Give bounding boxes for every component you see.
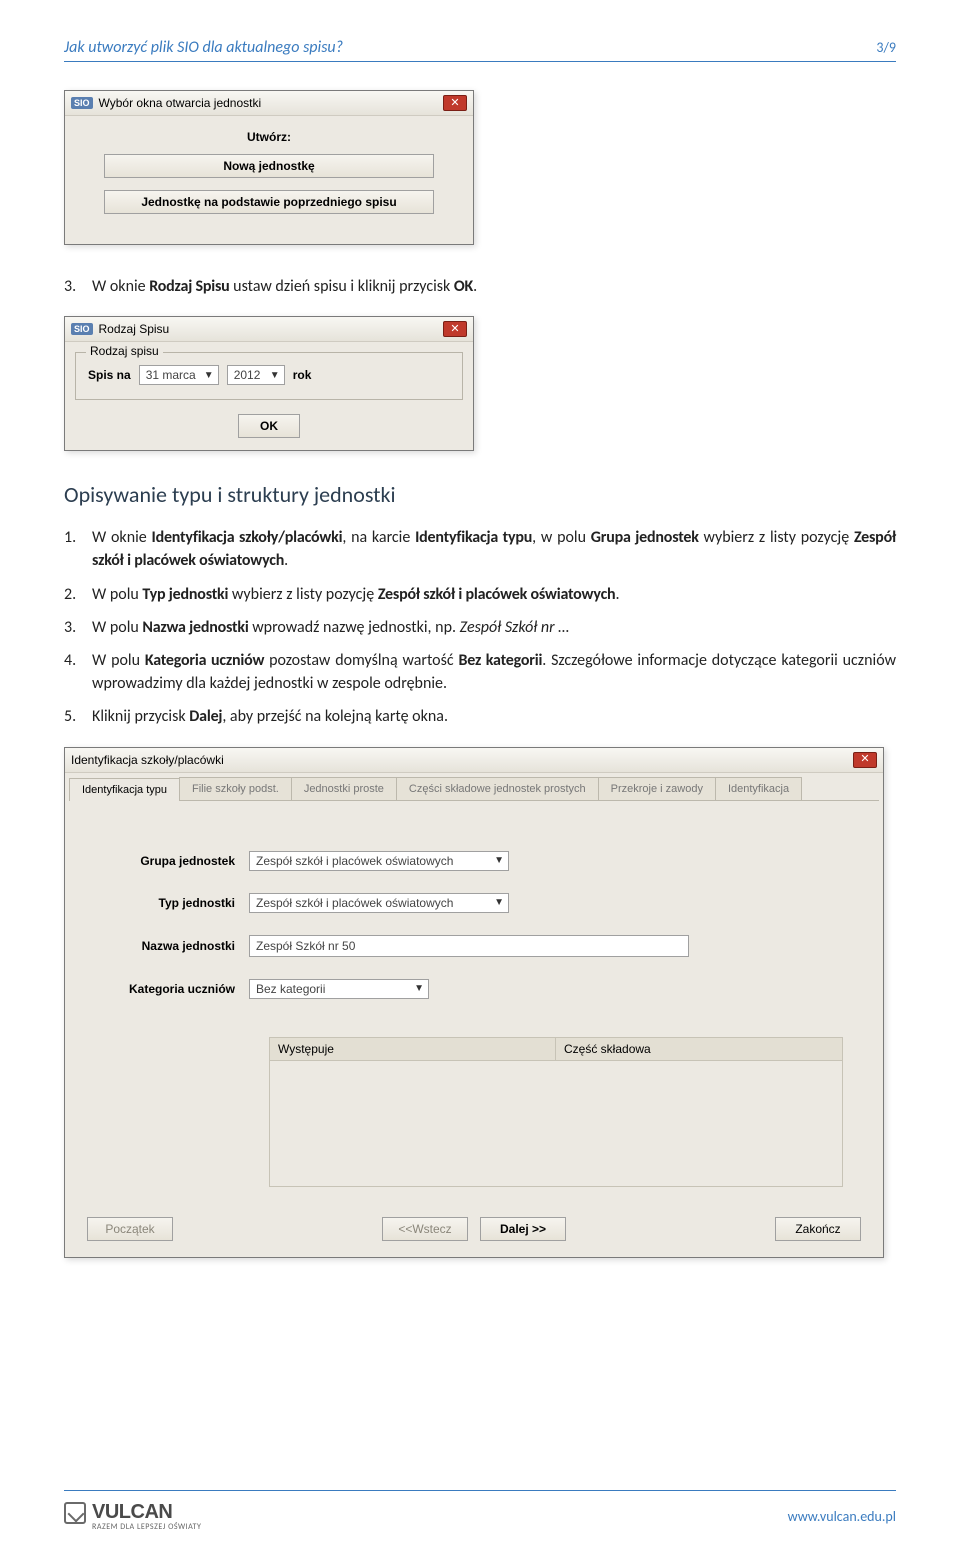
- chevron-down-icon: ▼: [494, 897, 504, 908]
- next-button[interactable]: Dalej >>: [480, 1217, 566, 1241]
- year-dropdown[interactable]: 2012▼: [227, 365, 285, 385]
- tab-identyfikacja[interactable]: Identyfikacja: [715, 777, 802, 800]
- list-item: 3. W polu Nazwa jednostki wprowadź nazwę…: [64, 616, 896, 639]
- tab-czesci-skladowe[interactable]: Części składowe jednostek prostych: [396, 777, 599, 800]
- col-czesc-skladowa: Część składowa: [556, 1038, 659, 1060]
- back-button[interactable]: <<Wstecz: [382, 1217, 468, 1241]
- kategoria-uczniow-dropdown[interactable]: Bez kategorii▼: [249, 979, 429, 999]
- sio-badge-icon: SIO: [71, 97, 93, 109]
- subtable: Występuje Część składowa: [269, 1037, 843, 1187]
- dialog-title-text: Wybór okna otwarcia jednostki: [99, 96, 262, 110]
- tab-przekroje[interactable]: Przekroje i zawody: [598, 777, 716, 800]
- finish-button[interactable]: Zakończ: [775, 1217, 861, 1241]
- new-unit-button[interactable]: Nową jednostkę: [104, 154, 434, 178]
- page-footer: VULCAN RAZEM DLA LEPSZEJ OŚWIATY www.vul…: [64, 1490, 896, 1532]
- typ-jednostki-dropdown[interactable]: Zespół szkół i placówek oświatowych▼: [249, 893, 509, 913]
- chevron-down-icon: ▼: [414, 983, 424, 994]
- close-icon[interactable]: ✕: [443, 95, 467, 111]
- label-grupa-jednostek: Grupa jednostek: [93, 854, 249, 868]
- chevron-down-icon: ▼: [204, 370, 214, 381]
- group-title: Rodzaj spisu: [86, 344, 163, 358]
- list-item: 5. Kliknij przycisk Dalej, aby przejść n…: [64, 705, 896, 728]
- section-heading: Opisywanie typu i struktury jednostki: [64, 481, 896, 508]
- label-kategoria-uczniow: Kategoria uczniów: [93, 982, 249, 996]
- dialog-unit-open-choice: SIO Wybór okna otwarcia jednostki ✕ Utwó…: [64, 90, 474, 245]
- sio-badge-icon: SIO: [71, 323, 93, 335]
- page-header: Jak utworzyć plik SIO dla aktualnego spi…: [64, 38, 896, 62]
- step-number: 3.: [64, 275, 82, 298]
- logo-text: VULCAN: [92, 1501, 172, 1524]
- dialog-identyfikacja: Identyfikacja szkoły/placówki ✕ Identyfi…: [64, 747, 884, 1258]
- list-item: 2. W polu Typ jednostki wybierz z listy …: [64, 583, 896, 606]
- list-item: 4. W polu Kategoria uczniów pozostaw dom…: [64, 649, 896, 695]
- footer-url: www.vulcan.edu.pl: [788, 1508, 896, 1525]
- list-item: 1. W oknie Identyfikacja szkoły/placówki…: [64, 526, 896, 572]
- header-title: Jak utworzyć plik SIO dla aktualnego spi…: [64, 38, 343, 57]
- spis-na-label: Spis na: [88, 368, 131, 382]
- tab-bar: Identyfikacja typu Filie szkoły podst. J…: [69, 777, 879, 801]
- dialog-titlebar: Identyfikacja szkoły/placówki ✕: [65, 748, 883, 773]
- header-page: 3/9: [876, 39, 896, 56]
- group-rodzaj-spisu: Rodzaj spisu Spis na 31 marca▼ 2012▼ rok: [75, 352, 463, 400]
- dialog-title-text: Identyfikacja szkoły/placówki: [71, 753, 224, 767]
- nazwa-jednostki-input[interactable]: Zespół Szkół nr 50: [249, 935, 689, 957]
- close-icon[interactable]: ✕: [853, 752, 877, 768]
- chevron-down-icon: ▼: [494, 855, 504, 866]
- close-icon[interactable]: ✕: [443, 321, 467, 337]
- chevron-down-icon: ▼: [270, 370, 280, 381]
- dialog-title-text: Rodzaj Spisu: [99, 322, 170, 336]
- create-label: Utwórz:: [81, 130, 457, 144]
- label-nazwa-jednostki: Nazwa jednostki: [93, 939, 249, 953]
- logo-mark-icon: [64, 1502, 86, 1524]
- step-text: W oknie Rodzaj Spisu ustaw dzień spisu i…: [92, 275, 477, 298]
- tab-jednostki-proste[interactable]: Jednostki proste: [291, 777, 397, 800]
- logo-tagline: RAZEM DLA LEPSZEJ OŚWIATY: [92, 1522, 201, 1532]
- tab-filie[interactable]: Filie szkoły podst.: [179, 777, 292, 800]
- dialog-rodzaj-spisu: SIO Rodzaj Spisu ✕ Rodzaj spisu Spis na …: [64, 316, 474, 451]
- dialog-titlebar: SIO Rodzaj Spisu ✕: [65, 317, 473, 342]
- month-dropdown[interactable]: 31 marca▼: [139, 365, 219, 385]
- instruction-step-3: 3. W oknie Rodzaj Spisu ustaw dzień spis…: [64, 275, 896, 298]
- ok-button[interactable]: OK: [238, 414, 300, 438]
- grupa-jednostek-dropdown[interactable]: Zespół szkół i placówek oświatowych▼: [249, 851, 509, 871]
- begin-button[interactable]: Początek: [87, 1217, 173, 1241]
- instruction-list: 1. W oknie Identyfikacja szkoły/placówki…: [64, 526, 896, 728]
- unit-from-previous-button[interactable]: Jednostkę na podstawie poprzedniego spis…: [104, 190, 434, 214]
- rok-label: rok: [293, 368, 312, 382]
- label-typ-jednostki: Typ jednostki: [93, 896, 249, 910]
- tab-identyfikacja-typu[interactable]: Identyfikacja typu: [69, 778, 180, 801]
- col-wystepuje: Występuje: [270, 1038, 556, 1060]
- dialog-titlebar: SIO Wybór okna otwarcia jednostki ✕: [65, 91, 473, 116]
- vulcan-logo: VULCAN RAZEM DLA LEPSZEJ OŚWIATY: [64, 1501, 201, 1532]
